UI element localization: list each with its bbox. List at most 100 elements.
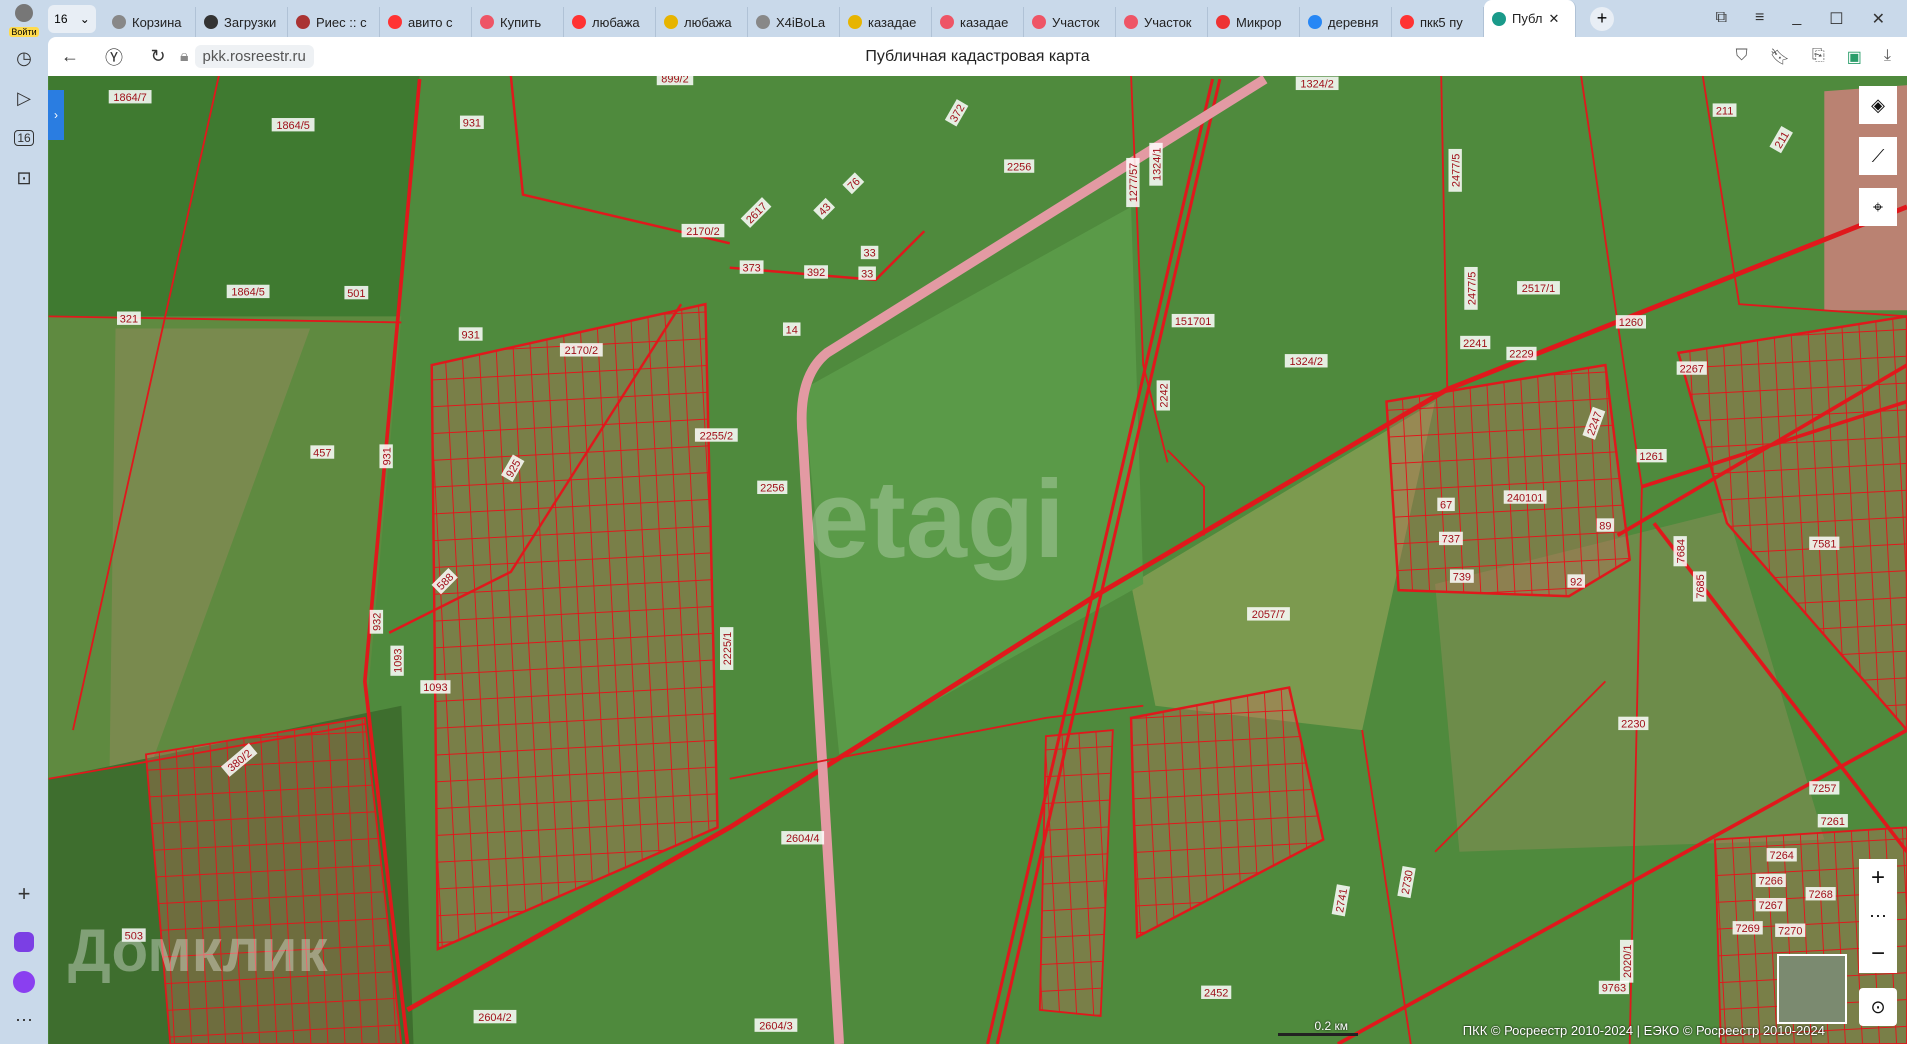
parcel-label[interactable]: 931 bbox=[458, 327, 483, 341]
more-icon[interactable]: ⋯ bbox=[8, 1004, 40, 1036]
parcel-label[interactable]: 7270 bbox=[1775, 923, 1806, 938]
url-field[interactable]: pkk.rosreestr.ru bbox=[194, 45, 314, 68]
parcel-label[interactable]: 151701 bbox=[1171, 313, 1215, 328]
parcel-label[interactable]: 7684 bbox=[1673, 536, 1687, 567]
cadastral-map[interactable]: 1864/7 899/2 931 1864/5 372 1324/2 211 2256 1277… bbox=[48, 76, 1907, 1044]
parcel-label[interactable]: 501 bbox=[344, 285, 369, 300]
parcel-label[interactable]: 9763 bbox=[1598, 980, 1629, 995]
parcel-label[interactable]: 373 bbox=[739, 260, 764, 274]
tab[interactable]: пкк5 пу bbox=[1392, 7, 1484, 37]
parcel-label[interactable]: 2452 bbox=[1201, 985, 1232, 1000]
tabs-count-icon[interactable]: 16 bbox=[8, 122, 40, 154]
parcel-label[interactable]: 321 bbox=[116, 311, 141, 325]
tab[interactable]: авито с bbox=[380, 7, 472, 37]
parcel-label[interactable]: 240101 bbox=[1503, 490, 1547, 504]
parcel-label[interactable]: 2170/2 bbox=[681, 223, 725, 238]
image-icon[interactable]: ▣ bbox=[1847, 47, 1862, 67]
parcel-label[interactable]: 1324/1 bbox=[1149, 142, 1163, 186]
parcel-label[interactable]: 7269 bbox=[1732, 921, 1763, 935]
parcel-label[interactable]: 1864/5 bbox=[271, 118, 315, 132]
tab[interactable]: любажа bbox=[656, 7, 748, 37]
parcel-label[interactable]: 931 bbox=[379, 444, 393, 469]
parcel-label[interactable]: 2229 bbox=[1506, 346, 1537, 361]
parcel-label[interactable]: 89 bbox=[1596, 518, 1615, 532]
locate-button[interactable]: ⌖ bbox=[1859, 188, 1897, 226]
tab[interactable]: Риес :: с bbox=[288, 7, 380, 37]
parcel-label[interactable]: 2604/3 bbox=[754, 1018, 798, 1032]
collections-icon[interactable]: ⎘ bbox=[1812, 47, 1825, 67]
parcel-label[interactable]: 7581 bbox=[1809, 536, 1840, 551]
play-icon[interactable]: ▷ bbox=[8, 82, 40, 114]
reload-icon[interactable]: ↻ bbox=[136, 46, 180, 67]
parcel-label[interactable]: 2242 bbox=[1156, 380, 1171, 411]
parcel-label[interactable]: 2170/2 bbox=[559, 343, 603, 357]
parcel-label[interactable]: 392 bbox=[804, 265, 828, 279]
parcel-label[interactable]: 899/2 bbox=[656, 76, 694, 86]
parcel-label[interactable]: 739 bbox=[1449, 569, 1474, 583]
parcel-label[interactable]: 1260 bbox=[1615, 315, 1647, 329]
parcel-label[interactable]: 1864/7 bbox=[108, 90, 152, 104]
bookmarks-icon[interactable]: ⧉ bbox=[1716, 9, 1727, 29]
parcel-label[interactable]: 2256 bbox=[1004, 159, 1035, 173]
measure-button[interactable]: ⟋ bbox=[1859, 137, 1897, 175]
parcel-label[interactable]: 2057/7 bbox=[1247, 607, 1290, 621]
new-tab-button[interactable]: + bbox=[1590, 6, 1614, 31]
alice-icon[interactable] bbox=[8, 926, 40, 958]
parcel-label[interactable]: 457 bbox=[310, 445, 335, 459]
tab[interactable]: Корзина bbox=[104, 7, 196, 37]
parcel-label[interactable]: 7685 bbox=[1692, 571, 1707, 602]
tab[interactable]: Участок bbox=[1024, 7, 1116, 37]
back-icon[interactable]: ← bbox=[48, 46, 92, 67]
parcel-label[interactable]: 2477/5 bbox=[1464, 266, 1478, 310]
tab[interactable]: Участок bbox=[1116, 7, 1208, 37]
parcel-label[interactable]: 7267 bbox=[1755, 897, 1786, 912]
parcel-label[interactable]: 7261 bbox=[1817, 814, 1848, 828]
layers-button[interactable]: ◈ bbox=[1859, 86, 1897, 124]
parcel-label[interactable]: 932 bbox=[369, 609, 384, 634]
yandex-icon[interactable]: Ⓨ bbox=[92, 44, 136, 70]
tab[interactable]: Публ ✕ bbox=[1484, 0, 1576, 37]
expand-panel-button[interactable]: › bbox=[48, 90, 64, 140]
parcel-label[interactable]: 1277/57 bbox=[1126, 157, 1140, 208]
tab[interactable]: Купить bbox=[472, 7, 564, 37]
parcel-label[interactable]: 737 bbox=[1439, 531, 1463, 546]
parcel-label[interactable]: 211 bbox=[1712, 103, 1737, 117]
add-panel-icon[interactable]: + bbox=[8, 878, 40, 910]
parcel-label[interactable]: 2256 bbox=[757, 480, 788, 495]
parcel-label[interactable]: 2241 bbox=[1460, 335, 1491, 350]
parcel-label[interactable]: 2267 bbox=[1676, 361, 1707, 375]
assistant-icon[interactable] bbox=[8, 966, 40, 998]
parcel-label[interactable]: 14 bbox=[782, 322, 801, 336]
parcel-label[interactable]: 1324/2 bbox=[1284, 354, 1328, 368]
zoom-out-button[interactable]: − bbox=[1859, 935, 1897, 973]
tab[interactable]: Загрузки bbox=[196, 7, 288, 37]
login-button[interactable]: Войти bbox=[4, 4, 44, 37]
parcel-label[interactable]: 2604/4 bbox=[781, 831, 825, 845]
protect-icon[interactable]: ⛉ bbox=[1736, 47, 1748, 67]
screenshot-icon[interactable]: ⊡ bbox=[8, 162, 40, 194]
parcel-label[interactable]: 1864/5 bbox=[226, 284, 270, 299]
parcel-label[interactable]: 33 bbox=[858, 266, 876, 280]
zoom-in-button[interactable]: + bbox=[1859, 859, 1897, 897]
parcel-label[interactable]: 1324/2 bbox=[1295, 76, 1339, 91]
parcel-label[interactable]: 2225/1 bbox=[719, 627, 734, 670]
history-icon[interactable]: ◷ bbox=[8, 42, 40, 74]
tab[interactable]: деревня bbox=[1300, 7, 1392, 37]
minimize-icon[interactable]: _ bbox=[1792, 9, 1801, 29]
tab[interactable]: X4iBoLa bbox=[748, 7, 840, 37]
parcel-label[interactable]: 2604/2 bbox=[473, 1009, 517, 1024]
tab[interactable]: любажа bbox=[564, 7, 656, 37]
tab[interactable]: казадае bbox=[840, 7, 932, 37]
parcel-label[interactable]: 67 bbox=[1437, 497, 1455, 512]
compass-button[interactable]: ⊙ bbox=[1859, 988, 1897, 1026]
parcel-label[interactable]: 1093 bbox=[390, 645, 404, 676]
maximize-icon[interactable]: ☐ bbox=[1829, 9, 1843, 29]
parcel-label[interactable]: 1261 bbox=[1636, 448, 1667, 463]
bookmark-icon[interactable]: 🔖︎ bbox=[1770, 47, 1790, 67]
tab[interactable]: казадае bbox=[932, 7, 1024, 37]
menu-icon[interactable]: ≡ bbox=[1755, 9, 1764, 29]
parcel-label[interactable]: 7266 bbox=[1755, 873, 1786, 888]
zoom-more-button[interactable]: ⋯ bbox=[1859, 897, 1897, 935]
parcel-label[interactable]: 1093 bbox=[420, 680, 451, 694]
parcel-label[interactable]: 2020/1 bbox=[1619, 939, 1634, 983]
